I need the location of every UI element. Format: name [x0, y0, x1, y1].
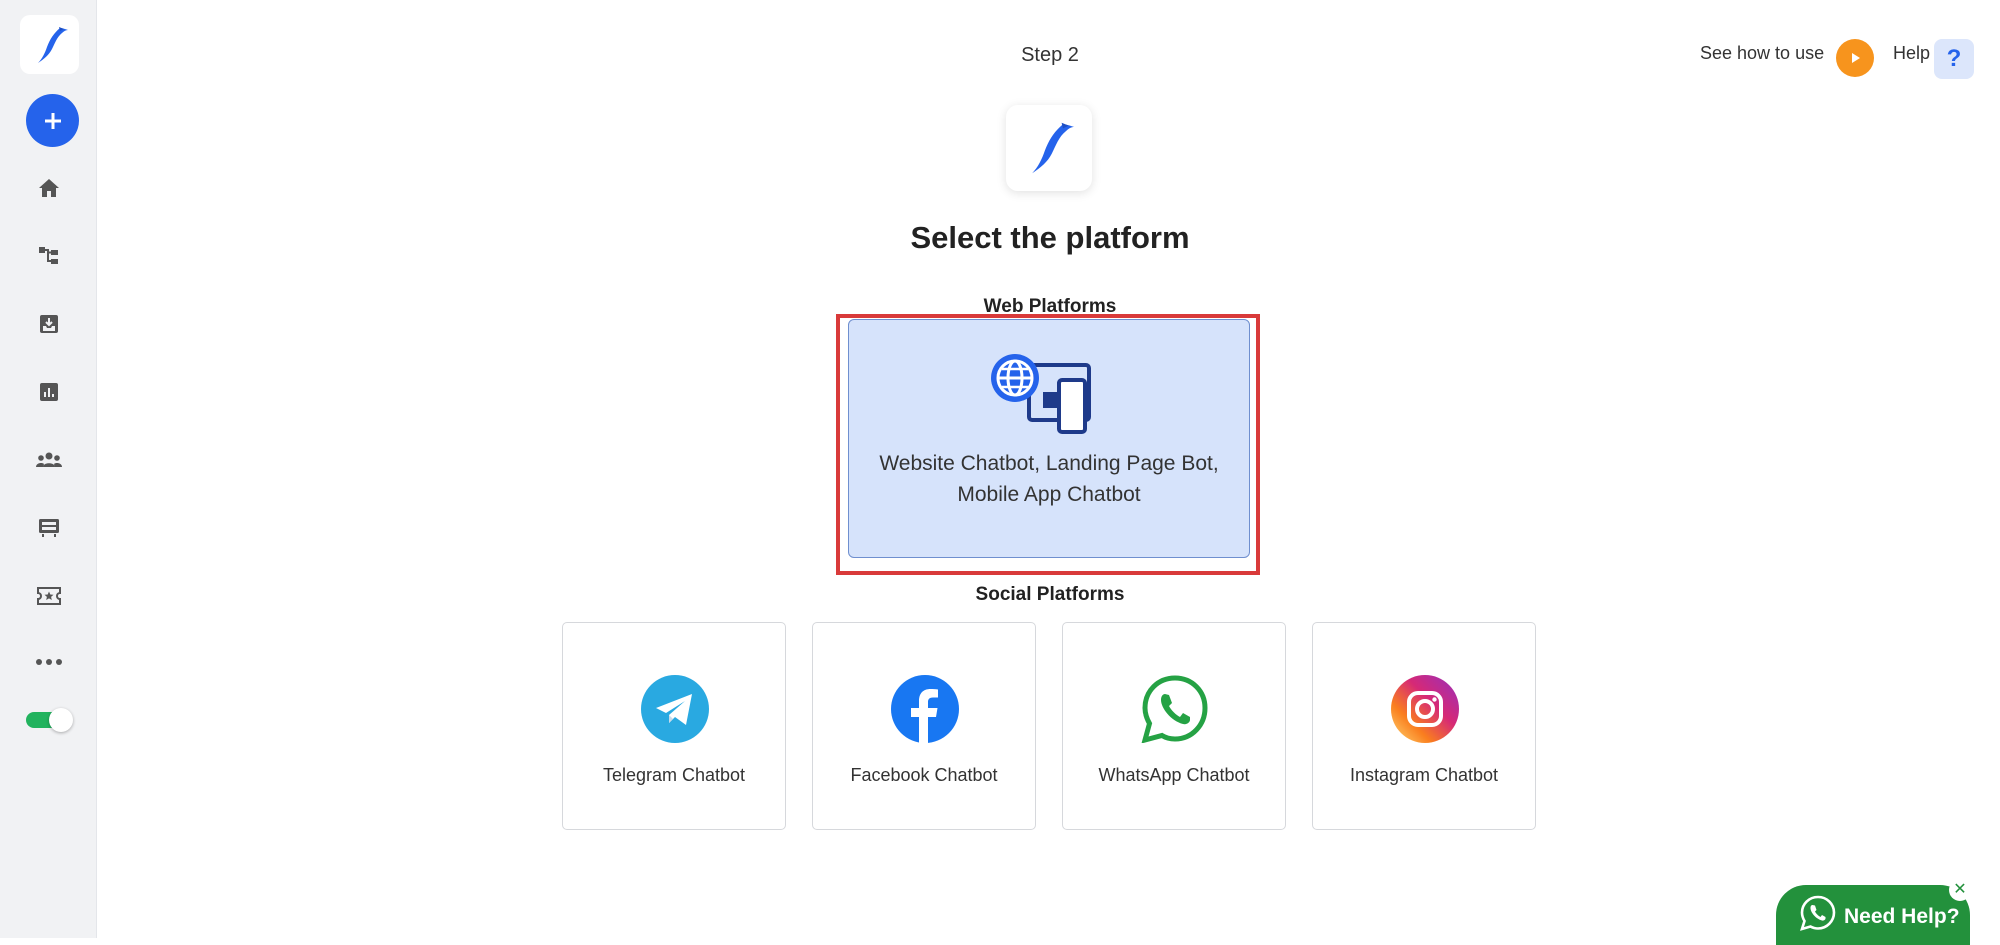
close-icon[interactable]: ✕	[1949, 879, 1971, 901]
sidebar	[0, 0, 97, 938]
status-toggle[interactable]	[26, 708, 74, 732]
web-card-label-line1: Website Chatbot, Landing Page Bot,	[879, 452, 1219, 475]
sidebar-item-templates[interactable]	[33, 512, 65, 544]
sidebar-item-more[interactable]	[33, 646, 65, 678]
bird-logo-icon	[37, 26, 68, 63]
page-title: Select the platform	[910, 220, 1190, 255]
sidebar-item-home[interactable]	[33, 172, 65, 204]
flow-icon	[39, 247, 58, 264]
social-platforms-heading: Social Platforms	[975, 584, 1125, 605]
sidebar-item-inbox[interactable]	[33, 308, 65, 340]
facebook-card[interactable]: Facebook Chatbot	[812, 622, 1036, 830]
help-icon[interactable]: ?	[1934, 39, 1974, 79]
whatsapp-icon	[1800, 895, 1836, 931]
play-triangle-icon	[1852, 53, 1860, 63]
telegram-card[interactable]: Telegram Chatbot	[562, 622, 786, 830]
sidebar-item-tickets[interactable]	[33, 580, 65, 612]
web-platforms-heading: Web Platforms	[983, 296, 1117, 317]
add-button[interactable]	[26, 94, 79, 147]
instagram-card[interactable]: Instagram Chatbot	[1312, 622, 1536, 830]
web-card-label: Website Chatbot, Landing Page Bot, Mobil…	[869, 448, 1229, 510]
brand-logo	[1006, 105, 1092, 191]
whatsapp-card[interactable]: WhatsApp Chatbot	[1062, 622, 1286, 830]
instagram-card-label: Instagram Chatbot	[1349, 765, 1499, 785]
app-logo[interactable]	[20, 15, 79, 74]
web-devices-icon	[991, 354, 1091, 434]
home-icon	[39, 179, 59, 197]
toggle-knob	[49, 708, 73, 732]
sidebar-item-users[interactable]	[33, 444, 65, 476]
plus-icon	[44, 112, 61, 129]
step-indicator: Step 2	[1021, 44, 1079, 66]
ticket-icon	[37, 587, 61, 605]
need-help-widget[interactable]: Need Help?	[1776, 885, 1970, 945]
whatsapp-icon	[1141, 675, 1208, 743]
templates-icon	[39, 519, 59, 537]
web-platform-card[interactable]: Website Chatbot, Landing Page Bot, Mobil…	[848, 319, 1250, 558]
sidebar-item-flows[interactable]	[33, 240, 65, 272]
sidebar-item-analytics[interactable]	[33, 376, 65, 408]
analytics-icon	[40, 383, 58, 401]
web-card-label-line2: Mobile App Chatbot	[957, 483, 1141, 506]
facebook-icon	[891, 675, 959, 743]
help-link[interactable]: Help	[1893, 43, 1930, 64]
facebook-card-label: Facebook Chatbot	[850, 765, 998, 785]
inbox-icon	[40, 315, 58, 333]
bird-logo-icon	[1032, 122, 1075, 174]
users-icon	[36, 452, 62, 467]
play-video-icon[interactable]	[1836, 39, 1874, 77]
whatsapp-card-label: WhatsApp Chatbot	[1098, 765, 1250, 785]
more-icon	[36, 659, 62, 665]
telegram-icon	[641, 675, 709, 743]
see-how-link[interactable]: See how to use	[1700, 43, 1824, 64]
telegram-card-label: Telegram Chatbot	[602, 765, 746, 785]
instagram-icon	[1391, 675, 1459, 743]
need-help-label: Need Help?	[1844, 905, 1960, 928]
